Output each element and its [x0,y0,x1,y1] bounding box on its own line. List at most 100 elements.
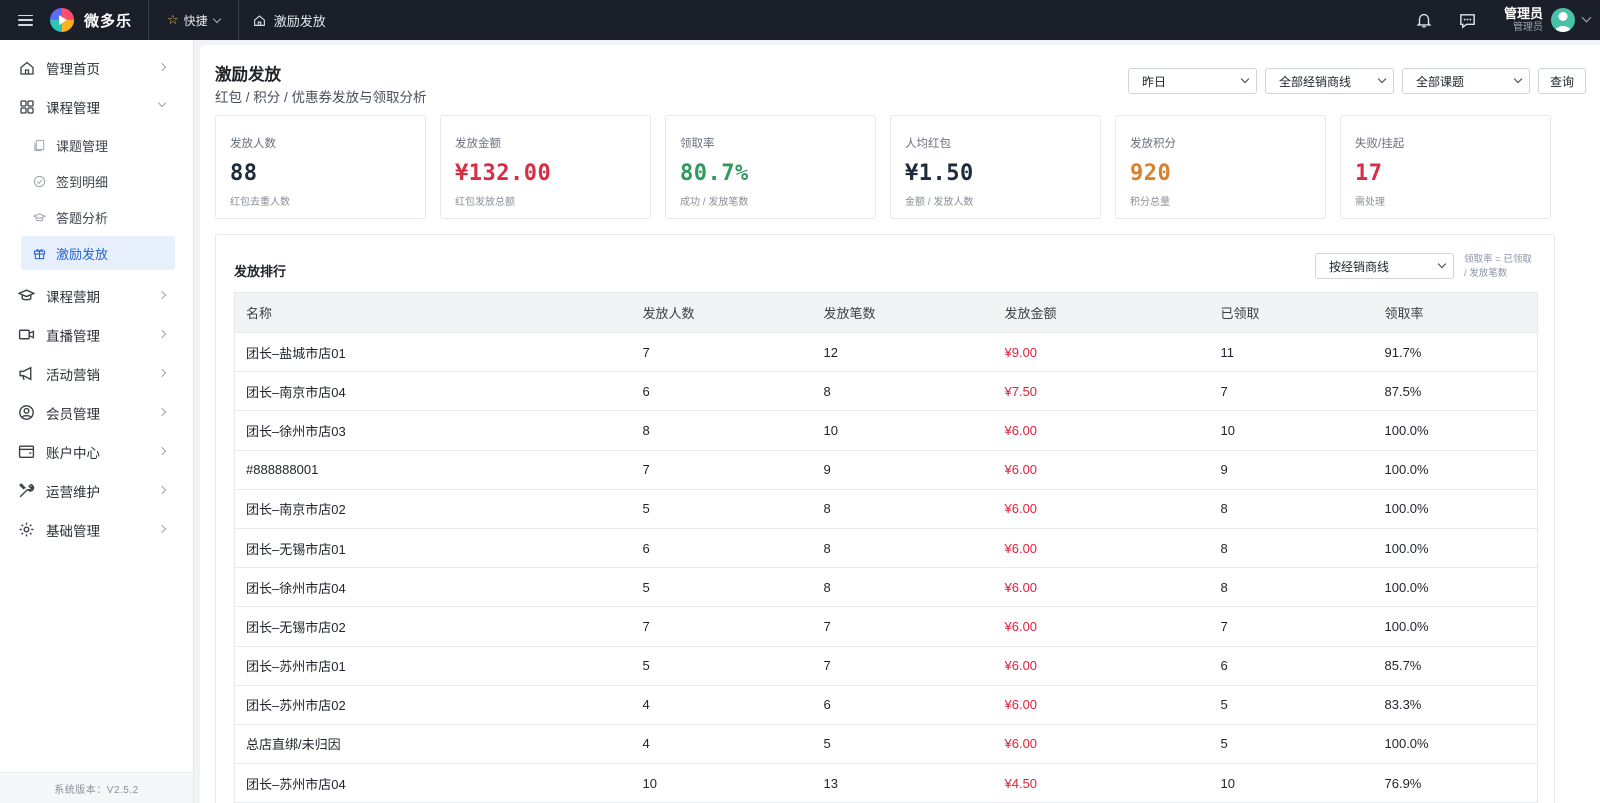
stat-label: 发放积分 [1130,138,1176,150]
table-row[interactable]: 团长–徐州市店03 8 10 ¥6.00 10 100.0% [234,410,1538,451]
cell-count: 8 [812,528,994,569]
chevron-down-icon [1437,259,1447,269]
group-by-select[interactable]: 按经销商线 [1315,253,1454,279]
sidebar-item-label: 会员管理 [46,406,100,422]
table-row[interactable]: 团长–无锡市店02 7 7 ¥6.00 7 100.0% [234,606,1538,647]
cell-count: 5 [812,724,994,765]
breadcrumb: 激励发放 [239,0,326,40]
sidebar-subitem-topics[interactable]: 课题管理 [21,128,175,162]
notification-bell-button[interactable] [1402,0,1446,40]
table-row[interactable]: #888888001 7 9 ¥6.00 9 100.0% [234,450,1538,490]
cell-recipients: 7 [631,332,813,373]
column-header[interactable]: 发放金额 [993,292,1210,333]
table-row[interactable]: 团长–徐州市店04 5 8 ¥6.00 8 100.0% [234,567,1538,608]
column-header[interactable]: 已领取 [1209,292,1374,333]
column-header[interactable]: 发放笔数 [812,292,994,333]
cell-rate: 100.0% [1373,528,1538,569]
cell-count: 8 [812,371,994,412]
sidebar-item-marketing[interactable]: 活动营销 [0,354,193,393]
cell-claimed: 5 [1209,685,1374,725]
cell-rate: 100.0% [1373,410,1538,451]
brand-name: 微多乐 [84,12,133,30]
cell-amount: ¥6.00 [993,450,1210,490]
cell-amount: ¥6.00 [993,646,1210,686]
sidebar-item-members[interactable]: 会员管理 [0,393,193,432]
star-icon: ☆ [167,12,179,27]
system-version: 系统版本：V2.5.2 [0,772,193,803]
dealer-select[interactable]: 全部经销商线 [1264,68,1394,94]
chat-bubble-icon [1460,13,1476,29]
cell-recipients: 8 [631,410,813,451]
table-row[interactable]: 总店直绑/未归因 4 5 ¥6.00 5 100.0% [234,724,1538,765]
column-header[interactable]: 名称 [234,292,632,333]
top-bar: 微多乐 ☆ 快捷 激励发放 管理员 管理员 [0,0,1600,40]
cell-name: #888888001 [234,450,632,490]
column-header[interactable]: 发放人数 [631,292,813,333]
sidebar-item-label: 课程营期 [46,289,100,305]
table-row[interactable]: 团长–苏州市店02 4 6 ¥6.00 5 83.3% [234,685,1538,725]
sidebar-item-label: 直播管理 [46,328,100,344]
cell-name: 团长–南京市店04 [234,371,632,412]
stat-card-points: 发放积分 920 积分总量 [1115,115,1326,219]
sidebar-item-label: 管理首页 [46,61,100,77]
messages-button[interactable] [1446,0,1490,40]
sidebar-subitem-answer-analysis[interactable]: 答题分析 [21,200,175,234]
sidebar-item-label: 基础管理 [46,523,100,539]
chevron-right-icon [157,329,167,339]
sidebar-subitem-label: 激励发放 [56,246,109,262]
cell-name: 团长–徐州市店04 [234,567,632,608]
column-header[interactable]: 领取率 [1373,292,1538,333]
user-menu[interactable]: 管理员 管理员 [1503,6,1592,33]
home-icon[interactable] [253,14,266,27]
cell-claimed: 10 [1209,410,1374,451]
user-name: 管理员 [1503,6,1543,22]
group-by-value: 按经销商线 [1329,259,1390,274]
table-row[interactable]: 团长–南京市店04 6 8 ¥7.50 7 87.5% [234,371,1538,412]
quick-menu-button[interactable]: ☆ 快捷 [149,0,239,40]
sidebar-item-home[interactable]: 管理首页 [0,48,193,87]
sidebar-item-account[interactable]: 账户中心 [0,432,193,471]
table-row[interactable]: 团长–苏州市店01 5 7 ¥6.00 6 85.7% [234,646,1538,686]
cell-claimed: 8 [1209,528,1374,569]
cell-amount: ¥6.00 [993,724,1210,765]
menu-toggle-button[interactable] [0,0,50,40]
brand-logo-icon [50,8,74,32]
query-button[interactable]: 查询 [1537,68,1586,94]
table-row[interactable]: 团长–南京市店02 5 8 ¥6.00 8 100.0% [234,489,1538,529]
stat-card-amount: 发放金额 ¥132.00 红包发放总额 [440,115,651,219]
user-role: 管理员 [1513,21,1543,33]
cell-name: 团长–苏州市店04 [234,763,632,803]
table-row[interactable]: 团长–苏州市店04 10 13 ¥4.50 10 76.9% [234,763,1538,803]
claim-rate-note: 领取率 = 已领取 / 发放笔数 [1464,254,1532,279]
table-row[interactable]: 团长–无锡市店01 6 8 ¥6.00 8 100.0% [234,528,1538,569]
cell-recipients: 5 [631,646,813,686]
stat-label: 人均红包 [905,138,951,150]
cell-count: 6 [812,685,994,725]
sidebar-item-course[interactable]: 课程管理 [0,87,193,126]
stat-desc: 需处理 [1355,197,1385,208]
sidebar-subitem-checkin[interactable]: 签到明细 [21,164,175,198]
sidebar-subitem-label: 签到明细 [56,174,109,190]
cell-count: 7 [812,606,994,647]
topic-select[interactable]: 全部课题 [1401,68,1530,94]
table-row[interactable]: 团长–盐城市店01 7 12 ¥9.00 11 91.7% [234,332,1538,373]
sidebar-item-operations[interactable]: 运营维护 [0,471,193,510]
stat-card-recipients: 发放人数 88 红包去重人数 [215,115,426,219]
page-subtitle: 红包 / 积分 / 优惠券发放与领取分析 [215,90,427,105]
cell-amount: ¥6.00 [993,528,1210,569]
hamburger-icon [17,14,33,26]
sidebar-item-basic[interactable]: 基础管理 [0,510,193,549]
sidebar-subitem-incentive[interactable]: 激励发放 [21,236,175,270]
sidebar-item-live[interactable]: 直播管理 [0,315,193,354]
chevron-down-icon [1513,74,1523,84]
cell-claimed: 10 [1209,763,1374,803]
cell-rate: 100.0% [1373,606,1538,647]
breadcrumb-current: 激励发放 [273,13,326,29]
sidebar-item-course-period[interactable]: 课程营期 [0,276,193,315]
cell-recipients: 6 [631,371,813,412]
brand[interactable]: 微多乐 [50,0,150,40]
date-range-select[interactable]: 昨日 [1127,68,1257,94]
wallet-icon [18,443,35,460]
sidebar-subitem-label: 答题分析 [56,210,109,226]
stat-card-claim-rate: 领取率 80.7% 成功 / 发放笔数 [665,115,876,219]
